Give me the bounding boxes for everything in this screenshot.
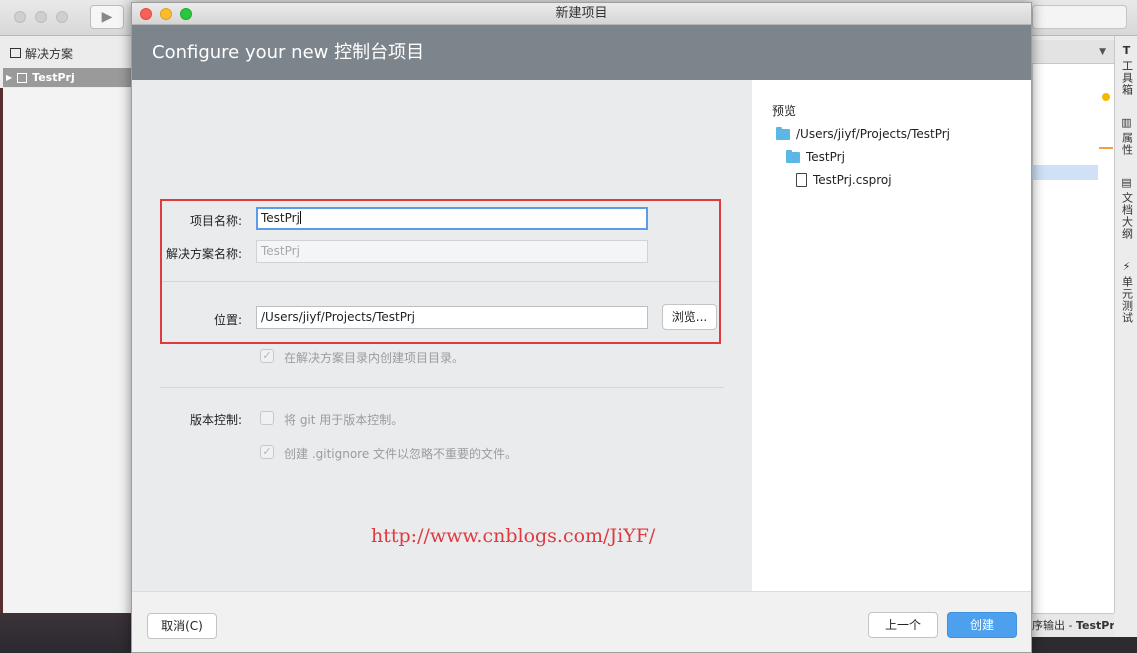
output-pad-tab[interactable]: 序输出 - TestPrj [1032, 613, 1114, 637]
document-outline-icon: ▤ [1121, 176, 1132, 189]
editor-tabbar: ▼ [1032, 40, 1114, 64]
toolbox-tab-label: 工具箱 [1120, 60, 1134, 96]
side-tool-tabs: T 工具箱 ▥ 属性 ▤ 文档大纲 ⚡ 单元测试 [1114, 36, 1137, 613]
project-name-label: 项目名称: [189, 214, 242, 228]
location-input[interactable]: /Users/jiyf/Projects/TestPrj [256, 306, 648, 329]
dialog-window-title: 新建项目 [555, 6, 608, 21]
ide-minimize-dot [35, 11, 47, 23]
project-name-input[interactable]: TestPrj [256, 207, 648, 230]
run-button[interactable]: ▶ [90, 5, 124, 29]
desktop-background [0, 613, 131, 653]
solution-pad-title: 解决方案 [25, 46, 74, 61]
gitignore-checkbox[interactable]: ✓ [260, 445, 274, 459]
checkmark-icon: ✓ [262, 445, 272, 458]
properties-tab-label: 属性 [1120, 132, 1134, 156]
properties-tab[interactable]: ▥ 属性 [1115, 116, 1137, 156]
play-icon: ▶ [101, 9, 113, 25]
solution-name-label: 解决方案名称: [165, 247, 242, 261]
location-label: 位置: [213, 313, 242, 327]
expand-arrow-icon: ▶ [6, 73, 13, 82]
form-divider-2 [160, 387, 724, 388]
ide-close-dot [14, 11, 26, 23]
create-dir-checkbox[interactable]: ✓ [260, 349, 274, 363]
dialog-header-title: Configure your new 控制台项目 [132, 25, 1031, 80]
folder-icon [786, 149, 800, 163]
scroll-marker [1099, 147, 1113, 149]
desktop-edge [0, 88, 3, 653]
browse-button[interactable]: 浏览... [662, 304, 717, 330]
ide-zoom-dot [56, 11, 68, 23]
project-name-value: TestPrj [261, 211, 300, 225]
preview-tree-item: TestPrj.csproj [796, 173, 892, 187]
project-icon [17, 72, 28, 83]
dialog-titlebar: 新建项目 [132, 3, 1031, 25]
preview-item-label: /Users/jiyf/Projects/TestPrj [796, 127, 951, 141]
ide-search-box[interactable] [1032, 5, 1127, 29]
text-caret [299, 211, 301, 224]
cancel-button[interactable]: 取消(C) [147, 613, 217, 639]
solution-pad-header: 解决方案 [0, 40, 131, 66]
document-outline-tab[interactable]: ▤ 文档大纲 [1115, 176, 1137, 240]
preview-title: 预览 [772, 104, 797, 118]
properties-icon: ▥ [1121, 116, 1132, 129]
dialog-footer: 取消(C) 上一个 创建 [132, 591, 1031, 652]
dropdown-arrow-icon[interactable]: ▼ [1099, 47, 1106, 57]
solution-item-label: TestPrj [32, 71, 75, 84]
editor-line-highlight [1032, 165, 1098, 180]
output-pad-prefix: 序输出 - [1032, 619, 1076, 632]
toolbox-icon: T [1122, 44, 1131, 57]
solution-name-input[interactable]: TestPrj [256, 240, 648, 263]
solution-pad-body [3, 88, 131, 613]
unit-tests-tab-label: 单元测试 [1120, 276, 1134, 324]
gitignore-check-label: 创建 .gitignore 文件以忽略不重要的文件。 [284, 447, 518, 461]
checkmark-icon: ✓ [262, 349, 272, 362]
preview-item-label: TestPrj.csproj [813, 173, 892, 187]
watermark-url: http://www.cnblogs.com/JiYF/ [371, 525, 656, 547]
file-icon [796, 173, 807, 187]
warning-marker-icon [1102, 93, 1110, 101]
folder-icon [776, 126, 790, 140]
form-area: 项目名称: TestPrj 解决方案名称: TestPrj 位置: /Users… [132, 80, 752, 591]
close-window-button[interactable] [140, 8, 152, 20]
create-button[interactable]: 创建 [947, 612, 1017, 638]
zoom-window-button[interactable] [180, 8, 192, 20]
new-project-dialog: 新建项目 Configure your new 控制台项目 项目名称: Test… [131, 2, 1032, 653]
toolbox-tab[interactable]: T 工具箱 [1115, 44, 1137, 96]
minimize-window-button[interactable] [160, 8, 172, 20]
create-dir-check-label: 在解决方案目录内创建项目目录。 [284, 351, 465, 365]
git-check-label: 将 git 用于版本控制。 [284, 413, 404, 427]
unit-tests-tab[interactable]: ⚡ 单元测试 [1115, 260, 1137, 324]
solution-tree-item[interactable]: ▶ TestPrj [3, 68, 131, 87]
unit-tests-icon: ⚡ [1122, 260, 1131, 273]
document-outline-tab-label: 文档大纲 [1120, 192, 1134, 240]
preview-item-label: TestPrj [806, 150, 845, 164]
preview-tree-item: TestPrj [786, 149, 845, 164]
solution-icon [10, 48, 21, 58]
previous-button[interactable]: 上一个 [868, 612, 938, 638]
desktop-background-right [1032, 637, 1137, 653]
output-pad-project: TestPrj [1075, 619, 1114, 632]
editor-area [1032, 40, 1114, 613]
preview-tree-item: /Users/jiyf/Projects/TestPrj [776, 126, 951, 141]
git-checkbox[interactable] [260, 411, 274, 425]
form-divider [162, 281, 719, 282]
preview-pane: 预览 /Users/jiyf/Projects/TestPrj TestPrj … [752, 80, 1031, 591]
vcs-label: 版本控制: [189, 413, 242, 427]
